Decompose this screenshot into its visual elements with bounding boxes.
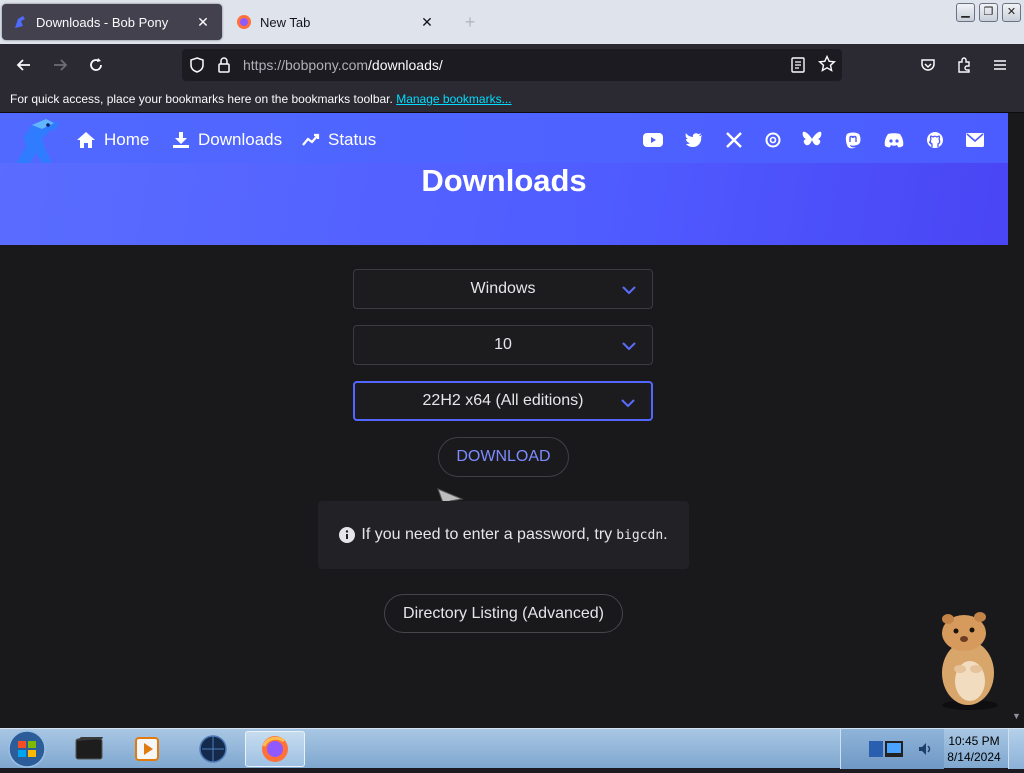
show-desktop-button[interactable]	[1008, 729, 1024, 769]
taskbar: ▲ 10:45 PM 8/14/2024	[0, 728, 1024, 769]
taskbar-clock[interactable]: 10:45 PM 8/14/2024	[944, 733, 1004, 765]
chevron-down-icon	[622, 338, 636, 356]
home-icon	[77, 132, 95, 148]
twitter-icon[interactable]	[683, 129, 705, 151]
version-select-value: 10	[494, 336, 512, 353]
tab-title: Downloads - Bob Pony	[36, 14, 169, 30]
taskbar-globe-icon[interactable]	[184, 731, 242, 767]
password-info-box: If you need to enter a password, try big…	[318, 501, 689, 569]
build-select[interactable]: 22H2 x64 (All editions)	[353, 381, 653, 421]
nav-home[interactable]: Home	[76, 129, 149, 151]
nav-home-label: Home	[104, 130, 150, 149]
close-window-icon[interactable]: ✕	[1002, 3, 1021, 22]
taskbar-media-player-icon[interactable]	[118, 731, 176, 767]
start-button-icon[interactable]	[6, 730, 48, 773]
nav-downloads-label: Downloads	[198, 130, 283, 149]
directory-listing-button[interactable]: Directory Listing (Advanced)	[384, 594, 623, 633]
os-select-value: Windows	[470, 280, 536, 297]
back-arrow-icon[interactable]	[10, 52, 38, 78]
reader-view-icon[interactable]	[790, 56, 806, 79]
tab-downloads[interactable]: Downloads - Bob Pony ✕	[2, 4, 222, 40]
bookmarks-hint: For quick access, place your bookmarks h…	[10, 92, 393, 106]
taskbar-firefox-icon[interactable]	[245, 731, 305, 767]
firefox-icon	[236, 14, 252, 30]
chevron-down-icon	[622, 282, 636, 300]
hamster-mascot-image	[920, 603, 1008, 718]
pocket-icon[interactable]	[914, 52, 942, 78]
download-button[interactable]: DOWNLOAD	[438, 437, 569, 477]
password-code: bigcdn	[616, 527, 664, 543]
bobpony-favicon-icon	[12, 14, 28, 30]
system-tray	[840, 729, 944, 769]
clock-time: 10:45 PM	[948, 734, 1000, 748]
new-tab-plus-icon[interactable]: +	[458, 10, 482, 34]
shield-icon[interactable]	[188, 56, 206, 79]
reload-icon[interactable]	[82, 52, 110, 78]
x-icon[interactable]	[723, 129, 745, 151]
github-icon[interactable]	[924, 129, 946, 151]
nav-downloads[interactable]: Downloads	[172, 129, 282, 151]
scroll-down-arrow-icon[interactable]: ▼	[1012, 711, 1021, 721]
forward-arrow-icon[interactable]	[46, 52, 74, 78]
os-select[interactable]: Windows	[353, 269, 653, 309]
url-bar[interactable]: https://bobpony.com/downloads/	[182, 49, 842, 81]
mastodon-icon[interactable]	[842, 129, 864, 151]
bluesky-icon[interactable]	[801, 129, 823, 151]
lock-icon[interactable]	[216, 56, 232, 79]
info-circle-icon	[339, 527, 356, 543]
build-select-value: 22H2 x64 (All editions)	[422, 392, 584, 409]
info-suffix: .	[663, 526, 668, 543]
download-icon	[173, 132, 189, 148]
threads-icon[interactable]	[762, 129, 784, 151]
nav-status-label: Status	[328, 130, 377, 149]
tray-app-icon[interactable]	[867, 737, 911, 766]
tab-strip: Downloads - Bob Pony ✕ New Tab ✕ + ▁ ❐ ✕	[0, 0, 1024, 44]
youtube-icon[interactable]	[642, 129, 664, 151]
bookmark-star-icon[interactable]	[817, 54, 837, 78]
chevron-down-icon	[621, 395, 635, 413]
minimize-icon[interactable]: ▁	[956, 3, 975, 22]
nav-status[interactable]: Status	[302, 129, 376, 151]
url-text[interactable]: https://bobpony.com/downloads/	[243, 57, 443, 73]
chart-line-icon	[302, 133, 320, 146]
taskbar-terminal-icon[interactable]	[60, 731, 118, 767]
clock-date: 8/14/2024	[947, 750, 1001, 764]
hamburger-menu-icon[interactable]	[986, 52, 1014, 78]
close-tab-icon[interactable]: ✕	[418, 14, 436, 31]
bookmarks-toolbar: For quick access, place your bookmarks h…	[0, 86, 1024, 113]
volume-icon[interactable]	[917, 741, 933, 762]
close-tab-icon[interactable]: ✕	[194, 14, 212, 31]
info-text: If you need to enter a password, try	[361, 526, 613, 543]
extensions-icon[interactable]	[950, 52, 978, 78]
page-title: Downloads	[421, 163, 587, 198]
restore-icon[interactable]: ❐	[979, 3, 998, 22]
manage-bookmarks-link[interactable]: Manage bookmarks...	[396, 92, 511, 106]
web-page: Home Downloads Status Downloads Windows	[0, 113, 1008, 728]
page-scrollbar[interactable]: ▼	[1008, 113, 1024, 728]
tab-title: New Tab	[260, 14, 311, 30]
discord-icon[interactable]	[883, 129, 905, 151]
navigation-toolbar: https://bobpony.com/downloads/	[0, 44, 1024, 86]
version-select[interactable]: 10	[353, 325, 653, 365]
tab-new-tab[interactable]: New Tab ✕	[226, 4, 446, 40]
email-icon[interactable]	[964, 129, 986, 151]
